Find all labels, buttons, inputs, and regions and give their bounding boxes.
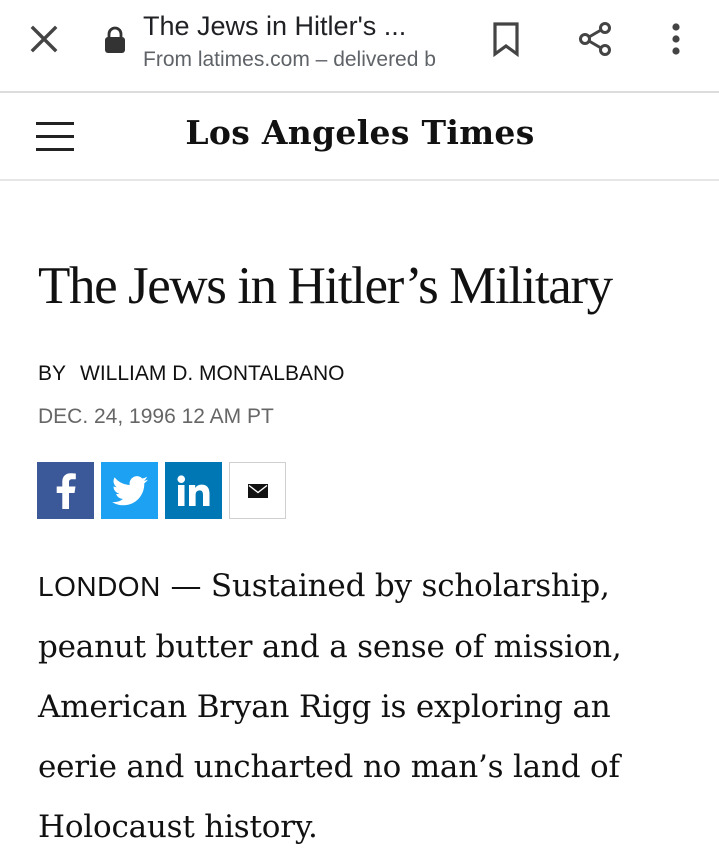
twitter-share-button[interactable] <box>101 462 158 519</box>
more-options-button[interactable] <box>648 11 704 67</box>
article-lede: LONDON — Sustained by scholarship, peanu… <box>38 556 698 857</box>
author-link[interactable]: WILLIAM D. MONTALBANO <box>80 362 344 385</box>
linkedin-icon <box>176 474 209 506</box>
hamburger-menu-icon[interactable] <box>28 113 84 159</box>
page-title[interactable]: The Jews in Hitler's ... <box>143 8 443 44</box>
dateline-dash: — <box>160 568 211 604</box>
share-icon <box>579 22 611 56</box>
page-origin[interactable]: From latimes.com – delivered b <box>143 46 447 74</box>
close-icon <box>30 25 58 53</box>
twitter-icon <box>111 475 148 505</box>
publish-date: DEC. 24, 1996 12 AM PT <box>38 405 274 428</box>
dateline-location: LONDON <box>38 571 161 602</box>
more-vert-icon <box>672 23 680 55</box>
byline-prefix: BY <box>38 362 67 385</box>
share-buttons <box>37 462 286 519</box>
facebook-icon <box>56 472 76 509</box>
email-icon <box>247 483 268 498</box>
share-button[interactable] <box>567 11 623 67</box>
linkedin-share-button[interactable] <box>165 462 222 519</box>
article-headline: The Jews in Hitler’s Military <box>38 257 613 315</box>
bookmark-button[interactable] <box>478 11 534 67</box>
lock-icon <box>105 26 125 53</box>
hamburger-line <box>36 121 74 125</box>
hamburger-line <box>36 134 74 138</box>
hamburger-line <box>36 147 74 151</box>
bookmark-icon <box>493 22 519 57</box>
site-logo[interactable]: Los Angeles Times <box>180 107 540 159</box>
facebook-share-button[interactable] <box>37 462 94 519</box>
custom-tab-toolbar: The Jews in Hitler's ... From latimes.co… <box>0 0 719 93</box>
lede-text: Sustained by scholarship, peanut butter … <box>38 568 622 845</box>
site-header: Los Angeles Times <box>0 93 719 181</box>
byline: BY WILLIAM D. MONTALBANO <box>38 360 345 388</box>
close-button[interactable] <box>16 11 72 67</box>
email-share-button[interactable] <box>229 462 286 519</box>
